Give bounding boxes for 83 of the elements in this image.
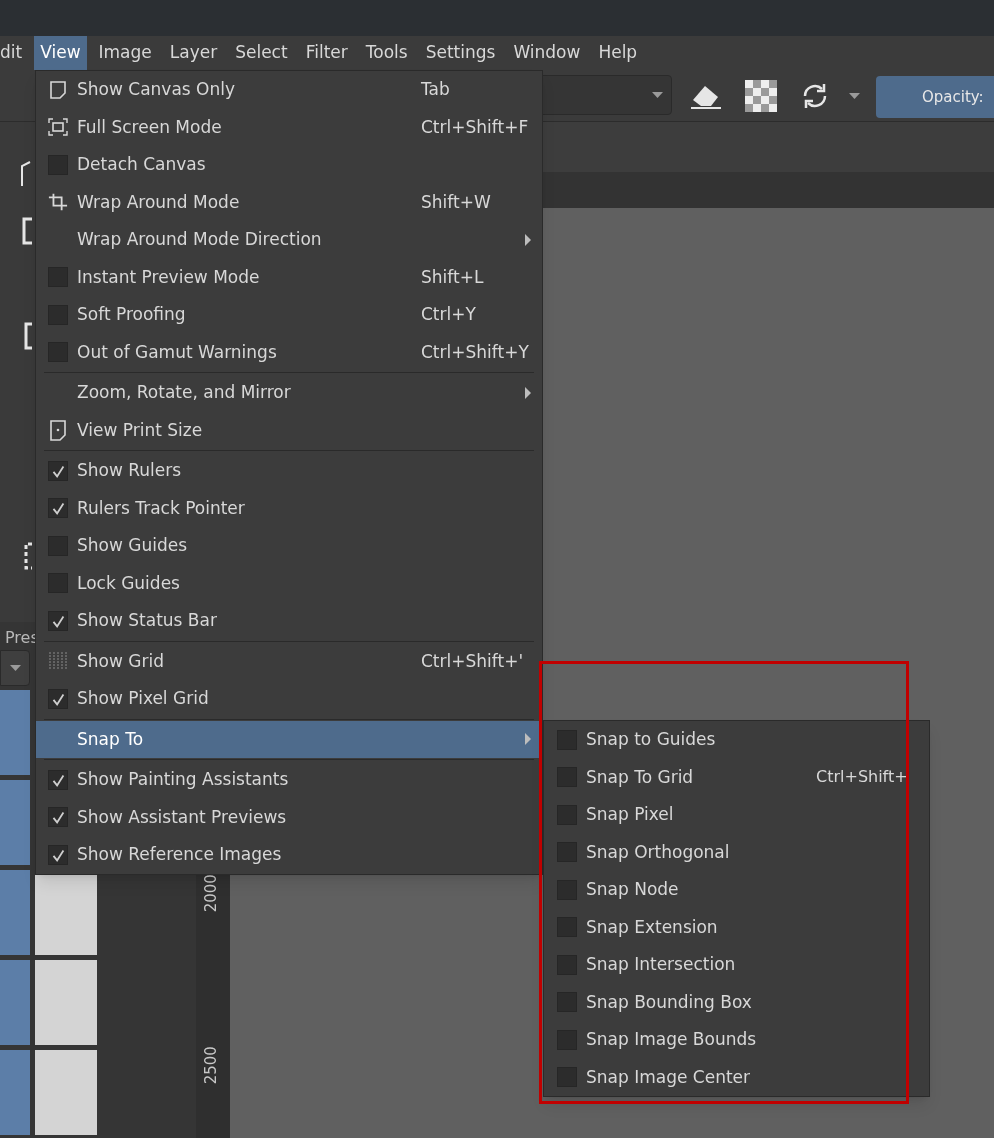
menu-item[interactable]: Show Painting Assistants (36, 761, 542, 799)
fullscreen-icon (48, 118, 68, 137)
menu-item[interactable]: Snap Pixel (544, 796, 929, 834)
menu-item[interactable]: Soft Proofing Ctrl+Y (36, 296, 542, 334)
shortcut-label: Ctrl+Shift+' (421, 650, 524, 671)
shortcut-label: Ctrl+Shift+F (421, 116, 529, 137)
menu-item[interactable]: Filter (299, 36, 354, 70)
page-icon (49, 419, 67, 442)
brush-preset-thumbnail[interactable] (0, 780, 30, 865)
checkbox[interactable] (48, 769, 68, 790)
menu-item[interactable]: Select (229, 36, 294, 70)
grid-icon (48, 651, 68, 672)
menu-item[interactable]: Snap To (36, 720, 542, 758)
menu-item[interactable]: Full Screen Mode Ctrl+Shift+F (36, 108, 542, 146)
menu-item[interactable]: Snap to Guides (544, 721, 929, 759)
checkbox[interactable] (48, 460, 68, 481)
menu-item[interactable]: Help (592, 36, 644, 70)
menu-item[interactable]: Show Status Bar (36, 602, 542, 640)
menu-item[interactable]: Wrap Around Mode Shift+W (36, 183, 542, 221)
caret-icon (9, 665, 21, 671)
brush-preset-thumbnail[interactable] (0, 690, 30, 775)
menu-item[interactable]: Show Grid Ctrl+Shift+' (36, 642, 542, 680)
caret-icon[interactable] (849, 93, 860, 99)
submenu-arrow-icon (525, 386, 531, 399)
shortcut-label: Tab (421, 79, 450, 99)
checkbox[interactable] (48, 844, 68, 865)
tool-icon[interactable] (22, 542, 34, 570)
menu-item[interactable]: Snap Node (544, 871, 929, 909)
menu-item[interactable]: Lock Guides (36, 564, 542, 602)
menu-item[interactable]: View (34, 36, 87, 70)
checkbox[interactable] (48, 498, 68, 519)
opacity-field[interactable]: Opacity: (876, 76, 994, 118)
menu-item[interactable]: Out of Gamut Warnings Ctrl+Shift+Y (36, 333, 542, 371)
menu-item[interactable]: Snap Image Center (544, 1058, 929, 1096)
checkbox[interactable] (48, 610, 68, 631)
menu-item[interactable]: Show Rulers (36, 452, 542, 490)
shortcut-label: Ctrl+Shift+ (816, 766, 908, 789)
tool-icon[interactable] (20, 160, 32, 188)
checkbox[interactable] (48, 807, 68, 828)
menu-item[interactable]: dit (0, 36, 29, 70)
crop-icon (48, 192, 68, 213)
checkbox[interactable] (48, 688, 68, 709)
menu-item[interactable]: Snap Bounding Box (544, 983, 929, 1021)
menu-item[interactable]: Rulers Track Pointer (36, 489, 542, 527)
ruler-label: 2500 (200, 1046, 221, 1085)
tool-icon[interactable] (22, 217, 34, 245)
brush-preset-thumbnail[interactable] (0, 1050, 30, 1135)
menu-item[interactable]: Window (507, 36, 587, 70)
menu-item[interactable]: Snap Extension (544, 908, 929, 946)
ruler-label: 2000 (200, 874, 221, 913)
checkerboard-icon[interactable] (745, 80, 777, 112)
dropdown[interactable] (0, 650, 30, 686)
shortcut-label: Ctrl+Shift+Y (421, 341, 529, 362)
shortcut-label: Shift+L (421, 266, 484, 287)
menu-item[interactable]: Snap Image Bounds (544, 1021, 929, 1059)
menu-item[interactable]: Show Reference Images (36, 836, 542, 874)
menu-item[interactable]: Wrap Around Mode Direction (36, 221, 542, 259)
menu-item[interactable]: Show Pixel Grid (36, 680, 542, 718)
brush-preset-thumbnail[interactable] (0, 870, 30, 955)
menu-item[interactable]: Tools (359, 36, 414, 70)
page-icon (49, 79, 67, 100)
submenu-arrow-icon (525, 733, 531, 746)
menu-item[interactable]: Layer (163, 36, 224, 70)
menu-item[interactable]: Show Guides (36, 527, 542, 565)
menu-item[interactable]: Show Canvas Only Tab (36, 71, 542, 109)
shortcut-label: Shift+W (421, 191, 491, 212)
menu-item[interactable]: View Print Size (36, 411, 542, 449)
caret-icon (652, 92, 663, 98)
brush-preset-thumbnail[interactable] (35, 1050, 97, 1135)
menu-item[interactable]: Snap Orthogonal (544, 833, 929, 871)
submenu-arrow-icon (525, 233, 531, 246)
tool-icon[interactable] (22, 322, 34, 350)
menu-item[interactable]: Instant Preview Mode Shift+L (36, 258, 542, 296)
menu-item[interactable]: Snap Intersection (544, 946, 929, 984)
menu-item[interactable]: Snap To Grid Ctrl+Shift+ (544, 758, 929, 796)
menu-item[interactable]: Detach Canvas (36, 146, 542, 184)
brush-preset-thumbnail[interactable] (35, 960, 97, 1045)
brush-preset-thumbnail[interactable] (0, 960, 30, 1045)
menu-item[interactable]: Settings (419, 36, 502, 70)
menu-item[interactable]: Zoom, Rotate, and Mirror (36, 374, 542, 412)
menu-item[interactable]: Show Assistant Previews (36, 798, 542, 836)
shortcut-label: Ctrl+Y (421, 304, 476, 324)
menu-item[interactable]: Image (92, 36, 158, 70)
